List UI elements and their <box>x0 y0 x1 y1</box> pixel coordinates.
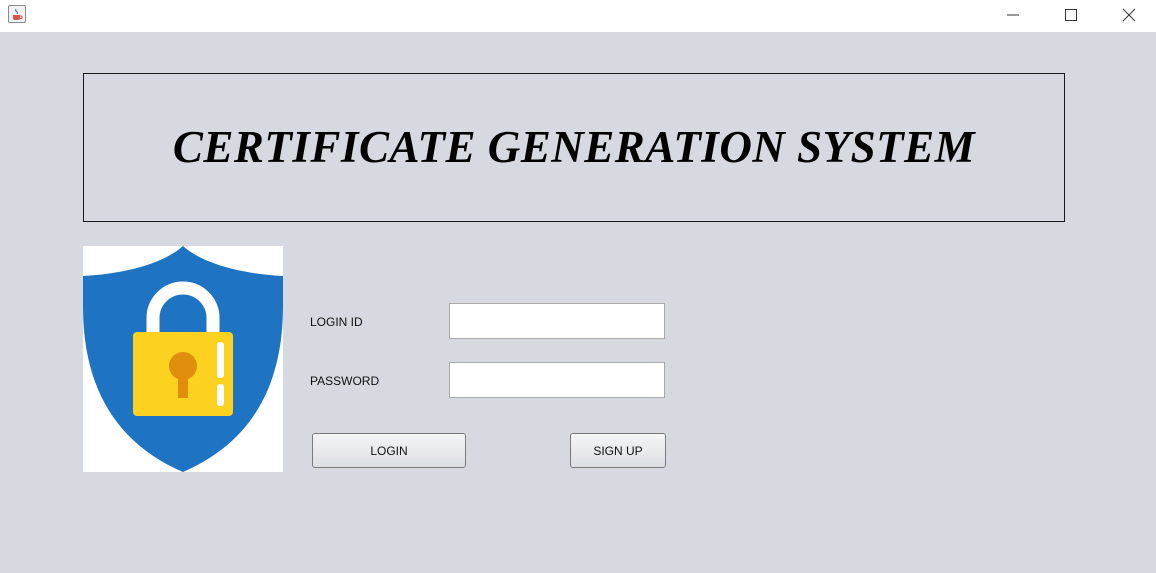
close-icon <box>1122 8 1136 21</box>
minimize-button[interactable] <box>984 0 1042 29</box>
title-box: CERTIFICATE GENERATION SYSTEM <box>83 73 1065 222</box>
login-button[interactable]: LOGIN <box>312 433 466 468</box>
login-panel: CERTIFICATE GENERATION SYSTEM LOGIN ID P… <box>0 32 1156 573</box>
password-input[interactable] <box>449 362 665 398</box>
page-title: CERTIFICATE GENERATION SYSTEM <box>172 121 976 172</box>
window-titlebar <box>0 0 1156 32</box>
maximize-icon <box>1065 8 1077 21</box>
java-cup-icon <box>8 5 26 23</box>
close-button[interactable] <box>1100 0 1156 29</box>
minimize-icon <box>1007 14 1019 15</box>
maximize-button[interactable] <box>1042 0 1100 29</box>
login-id-input[interactable] <box>449 303 665 339</box>
login-id-label: LOGIN ID <box>310 315 363 329</box>
shield-lock-icon <box>83 246 283 472</box>
password-label: PASSWORD <box>310 374 380 388</box>
signup-button[interactable]: SIGN UP <box>570 433 666 468</box>
